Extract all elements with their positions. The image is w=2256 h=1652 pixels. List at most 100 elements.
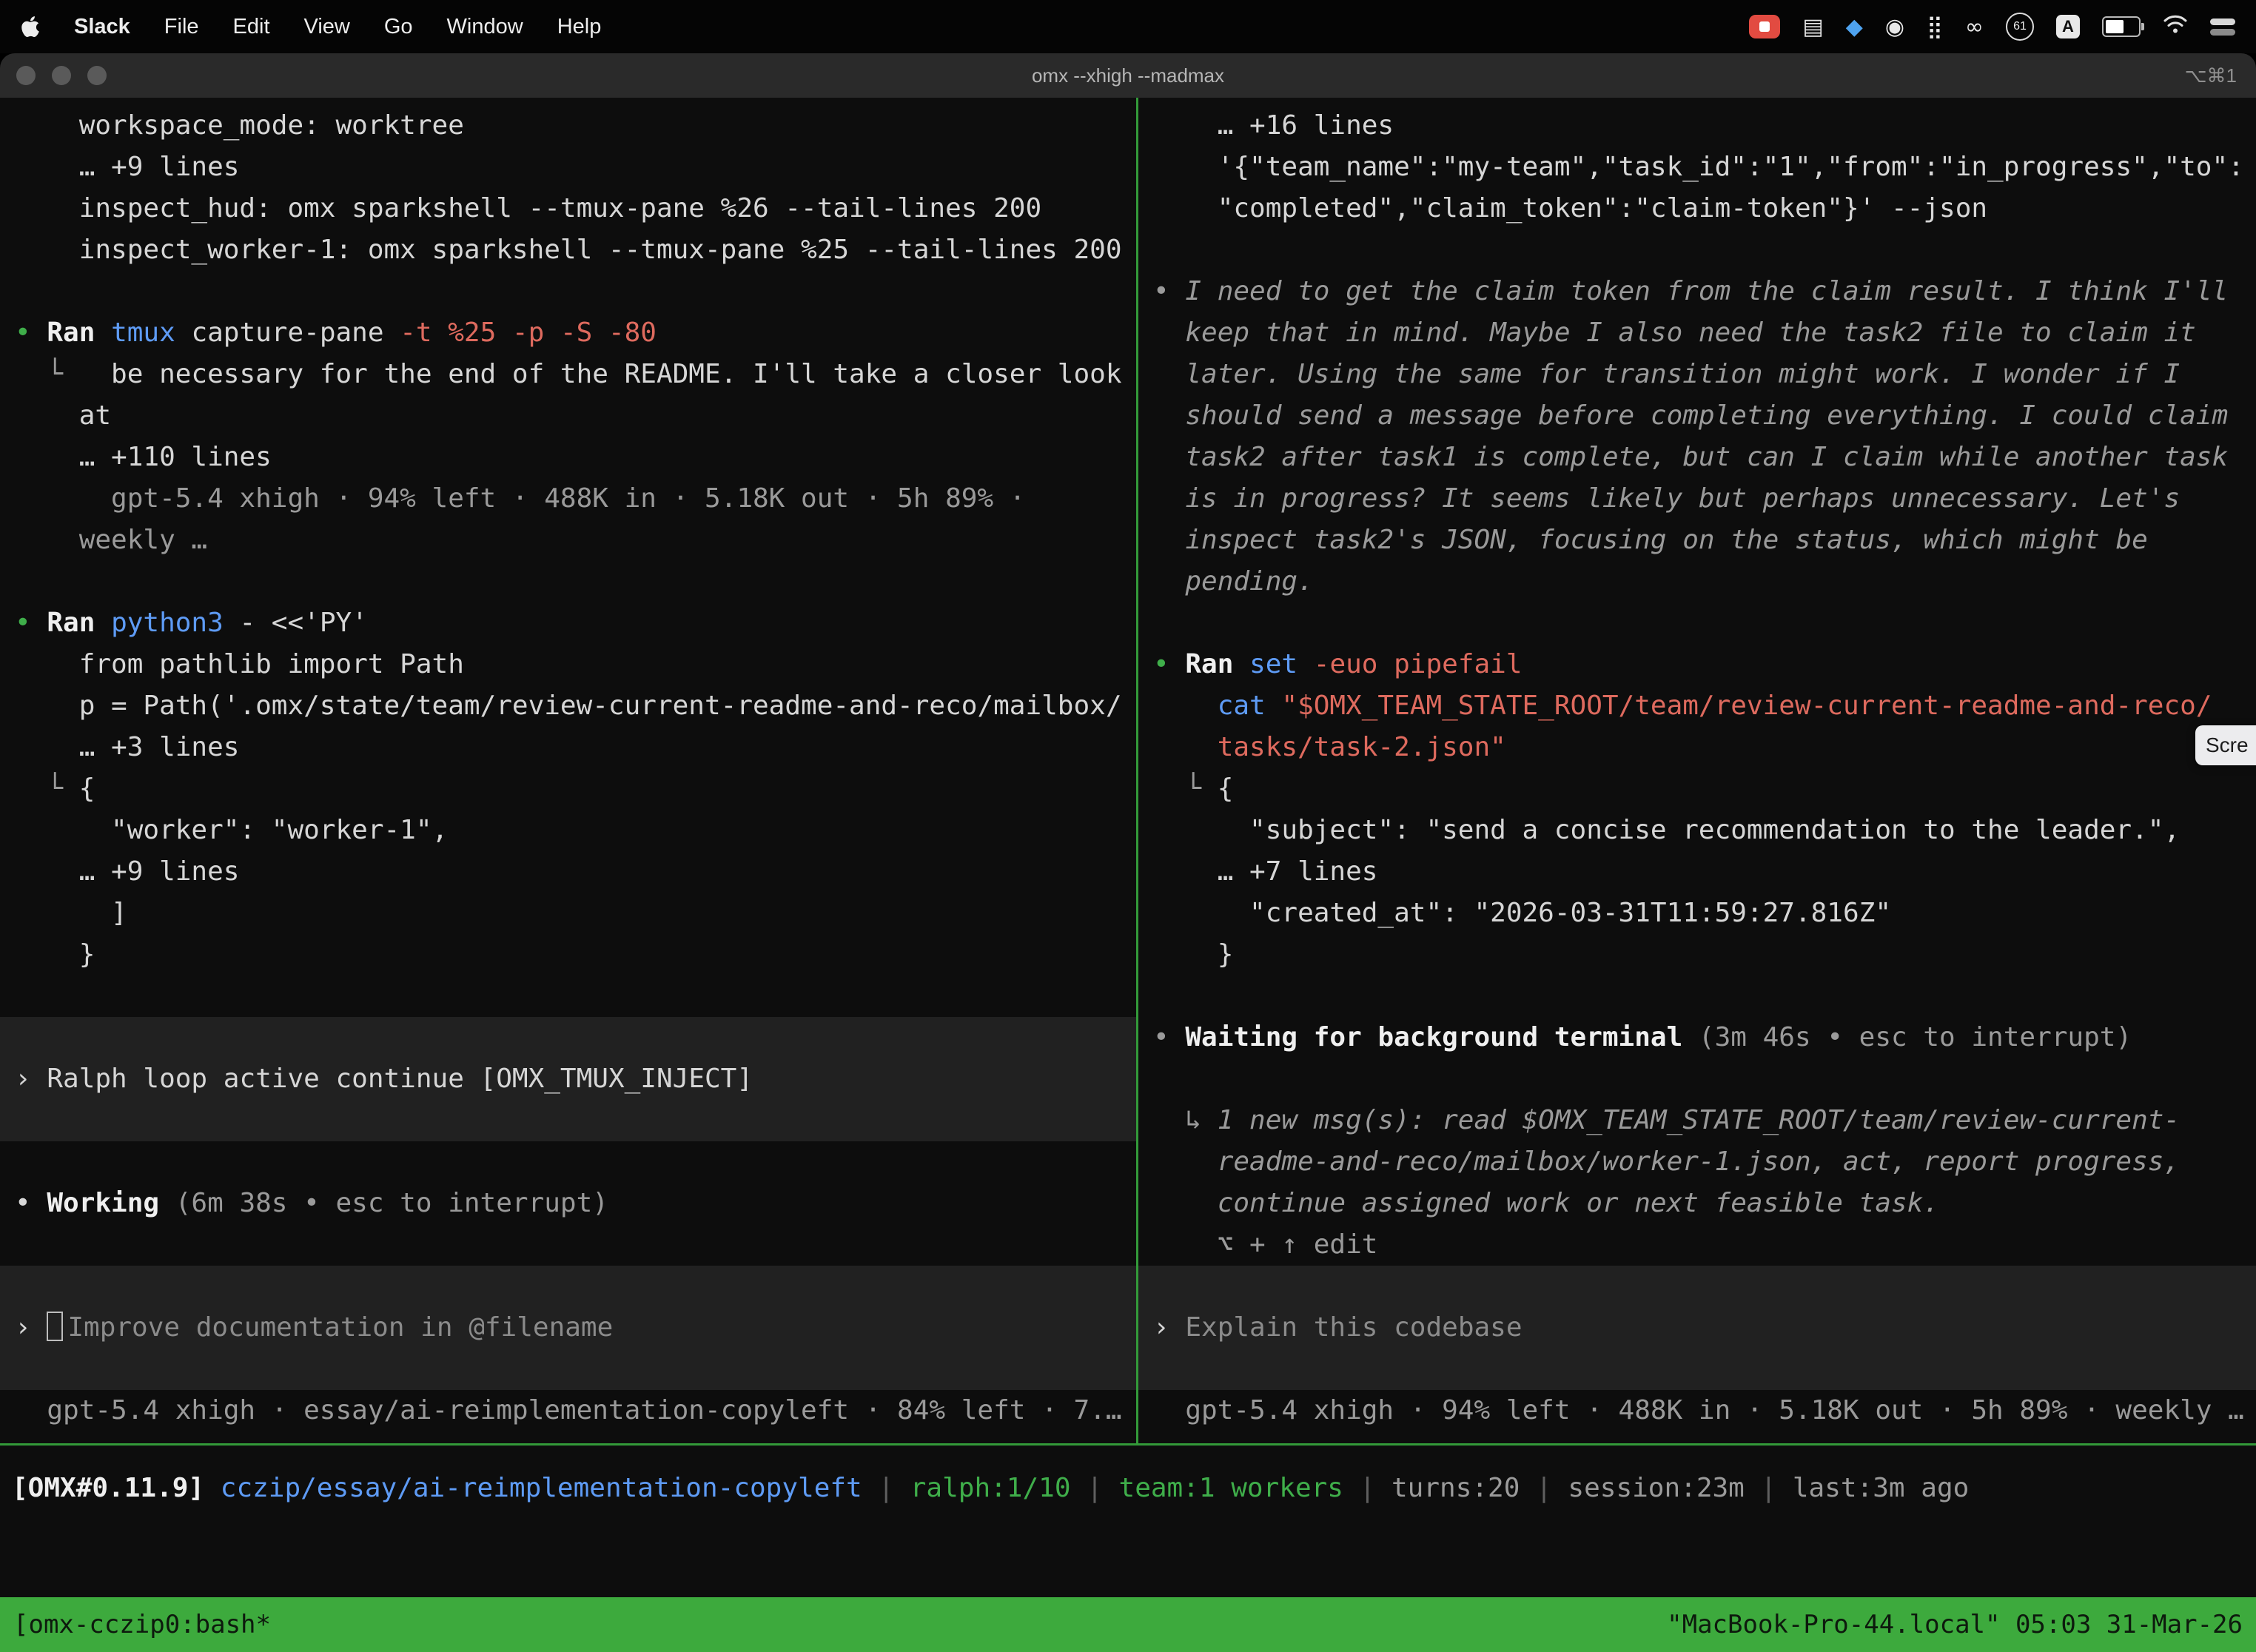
- terminal-line: continue assigned work or next feasible …: [1138, 1183, 2256, 1224]
- terminal-line: └ {: [1138, 768, 2256, 810]
- terminal-line: [0, 976, 1136, 1017]
- terminal-line: tasks/task-2.json": [1138, 727, 2256, 768]
- battery-icon[interactable]: [2102, 16, 2141, 37]
- terminal-window: omx --xhigh --madmax ⌥⌘1 workspace_mode:…: [0, 53, 2256, 1652]
- composer-input[interactable]: › Improve documentation in @filename: [0, 1307, 1136, 1349]
- wifi-icon[interactable]: [2163, 13, 2188, 40]
- terminal-line: "worker": "worker-1",: [0, 810, 1136, 851]
- battery-percent-badge[interactable]: 61: [2006, 13, 2034, 41]
- spark-app-icon[interactable]: ◆: [1846, 14, 1863, 40]
- zoom-button[interactable]: [87, 66, 107, 85]
- control-center-icon[interactable]: [2210, 19, 2235, 36]
- menu-status-icons: ▤ ◆ ◉ ⣿ ∞ 61 A: [1749, 13, 2235, 41]
- terminal-line: [1138, 229, 2256, 271]
- terminal-line: inspect task2's JSON, focusing on the st…: [1138, 520, 2256, 561]
- tmux-status-bar: [omx-cczip0:bash* "MacBook-Pro-44.local"…: [0, 1597, 2256, 1652]
- menu-app-name[interactable]: Slack: [74, 15, 130, 39]
- terminal-line: task2 after task1 is complete, but can I…: [1138, 437, 2256, 478]
- terminal-line: [0, 271, 1136, 312]
- menu-item-help[interactable]: Help: [557, 15, 602, 39]
- terminal-line: "created_at": "2026-03-31T11:59:27.816Z": [1138, 893, 2256, 934]
- composer-input[interactable]: › Explain this codebase: [1138, 1307, 2256, 1349]
- terminal-line: [1138, 602, 2256, 644]
- terminal-line: readme-and-reco/mailbox/worker-1.json, a…: [1138, 1141, 2256, 1183]
- right-terminal-pane[interactable]: … +16 lines '{"team_name":"my-team","tas…: [1138, 98, 2256, 1451]
- terminal-line: … +7 lines: [1138, 851, 2256, 893]
- terminal-line: … +9 lines: [0, 147, 1136, 188]
- hud-status-line: [OMX#0.11.9] cczip/essay/ai-reimplementa…: [12, 1473, 1969, 1503]
- menu-items: Slack File Edit View Go Window Help: [21, 15, 601, 39]
- terminal-line: inspect_worker-1: omx sparkshell --tmux-…: [0, 229, 1136, 271]
- terminal-line: gpt-5.4 xhigh · 94% left · 488K in · 5.1…: [0, 478, 1136, 520]
- terminal-line: pending.: [1138, 561, 2256, 602]
- menu-item-window[interactable]: Window: [447, 15, 523, 39]
- terminal-line: └ be necessary for the end of the README…: [0, 354, 1136, 395]
- terminal-line: cat "$OMX_TEAM_STATE_ROOT/team/review-cu…: [1138, 685, 2256, 727]
- terminal-line: [0, 1349, 1136, 1390]
- terminal-line: [0, 1017, 1136, 1058]
- terminal-line: [1138, 1266, 2256, 1307]
- queued-message-row[interactable]: › Ralph loop active continue [OMX_TMUX_I…: [0, 1058, 1136, 1100]
- omx-hud: [OMX#0.11.9] cczip/essay/ai-reimplementa…: [0, 1446, 2256, 1618]
- loop-app-icon[interactable]: ∞: [1965, 14, 1984, 40]
- window-titlebar[interactable]: omx --xhigh --madmax ⌥⌘1: [0, 53, 2256, 98]
- tmux-session: workspace_mode: worktree … +9 lines insp…: [0, 98, 2256, 1446]
- terminal-line: [0, 1100, 1136, 1141]
- terminal-line: workspace_mode: worktree: [0, 105, 1136, 147]
- terminal-line: [0, 1141, 1136, 1183]
- terminal-line: [1138, 1349, 2256, 1390]
- terminal-line: should send a message before completing …: [1138, 395, 2256, 437]
- menu-item-edit[interactable]: Edit: [233, 15, 270, 39]
- apple-menu-icon[interactable]: [21, 15, 40, 38]
- macos-menu-bar: Slack File Edit View Go Window Help ▤ ◆ ◉ ⣿ ∞ 61 A: [0, 0, 2256, 53]
- terminal-line: ]: [0, 893, 1136, 934]
- terminal-line: [0, 1224, 1136, 1266]
- terminal-line: • Ran tmux capture-pane -t %25 -p -S -80: [0, 312, 1136, 354]
- minimize-button[interactable]: [52, 66, 71, 85]
- terminal-line: keep that in mind. Maybe I also need the…: [1138, 312, 2256, 354]
- terminal-line: "completed","claim_token":"claim-token"}…: [1138, 188, 2256, 229]
- terminal-line: [1138, 1058, 2256, 1100]
- terminal-line: • I need to get the claim token from the…: [1138, 271, 2256, 312]
- terminal-line: • Waiting for background terminal (3m 46…: [1138, 1017, 2256, 1058]
- screenshot-tooltip: Scre: [2195, 725, 2256, 765]
- terminal-line: • Working (6m 38s • esc to interrupt): [0, 1183, 1136, 1224]
- terminal-line: • Ran python3 - <<'PY': [0, 602, 1136, 644]
- terminal-line: └ {: [0, 768, 1136, 810]
- terminal-line: inspect_hud: omx sparkshell --tmux-pane …: [0, 188, 1136, 229]
- menu-item-view[interactable]: View: [304, 15, 350, 39]
- terminal-line: }: [1138, 934, 2256, 976]
- terminal-line: later. Using the same for transition mig…: [1138, 354, 2256, 395]
- text-cursor: [47, 1312, 63, 1341]
- terminal-line: gpt-5.4 xhigh · essay/ai-reimplementatio…: [0, 1390, 1136, 1431]
- dots-grid-icon[interactable]: ⣿: [1927, 14, 1943, 40]
- terminal-line: weekly …: [0, 520, 1136, 561]
- circle-app-icon[interactable]: ◉: [1885, 14, 1904, 40]
- terminal-line: gpt-5.4 xhigh · 94% left · 488K in · 5.1…: [1138, 1390, 2256, 1431]
- keyboard-viewer-icon[interactable]: ▤: [1802, 14, 1823, 40]
- terminal-line: … +9 lines: [0, 851, 1136, 893]
- terminal-line: p = Path('.omx/state/team/review-current…: [0, 685, 1136, 727]
- terminal-line: … +110 lines: [0, 437, 1136, 478]
- screen-recording-icon[interactable]: [1749, 15, 1780, 38]
- terminal-line: ↳ 1 new msg(s): read $OMX_TEAM_STATE_ROO…: [1138, 1100, 2256, 1141]
- terminal-line: '{"team_name":"my-team","task_id":"1","f…: [1138, 147, 2256, 188]
- terminal-line: [0, 561, 1136, 602]
- tmux-window-name[interactable]: [omx-cczip0:bash*: [13, 1597, 271, 1652]
- terminal-line: from pathlib import Path: [0, 644, 1136, 685]
- window-title: omx --xhigh --madmax: [1032, 64, 1224, 87]
- terminal-line: [1138, 976, 2256, 1017]
- traffic-lights: [16, 53, 107, 98]
- terminal-line: is in progress? It seems likely but perh…: [1138, 478, 2256, 520]
- terminal-line: ⌥ + ↑ edit: [1138, 1224, 2256, 1266]
- terminal-line: }: [0, 934, 1136, 976]
- input-source-icon[interactable]: A: [2056, 15, 2080, 38]
- terminal-line: … +16 lines: [1138, 105, 2256, 147]
- menu-item-file[interactable]: File: [164, 15, 199, 39]
- terminal-line: at: [0, 395, 1136, 437]
- left-terminal-pane[interactable]: workspace_mode: worktree … +9 lines insp…: [0, 98, 1138, 1443]
- close-button[interactable]: [16, 66, 36, 85]
- menu-item-go[interactable]: Go: [384, 15, 413, 39]
- terminal-line: … +3 lines: [0, 727, 1136, 768]
- window-shortcut: ⌥⌘1: [2185, 64, 2237, 87]
